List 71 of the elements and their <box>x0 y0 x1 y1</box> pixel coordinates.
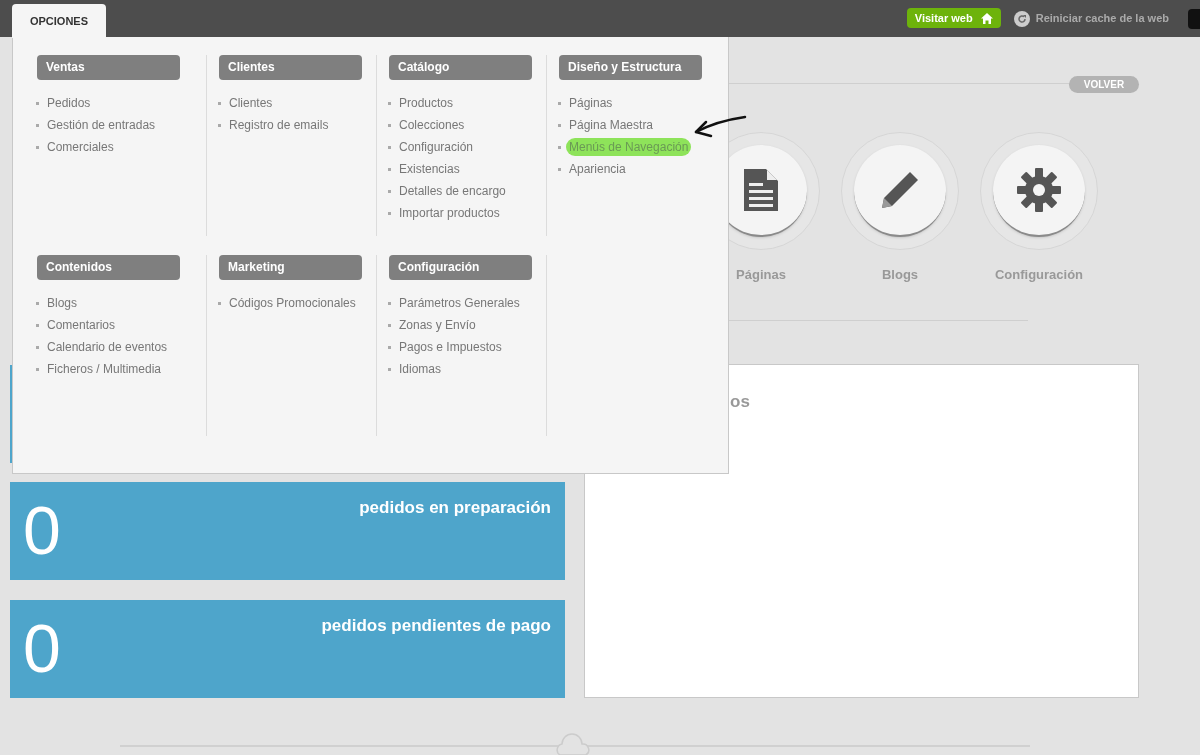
bullet-icon <box>36 301 39 305</box>
bullet-icon <box>388 211 391 215</box>
panel-title: os <box>730 391 750 413</box>
bullet-icon <box>388 323 391 327</box>
bullet-icon <box>36 345 39 349</box>
stat-label: pedidos pendientes de pago <box>321 615 551 637</box>
menu-link[interactable]: Ficheros / Multimedia <box>47 360 162 378</box>
bullet-icon <box>36 323 39 327</box>
bullet-icon <box>36 367 39 371</box>
bullet-icon <box>558 101 561 105</box>
bullet-icon <box>388 101 391 105</box>
bullet-icon <box>218 101 221 105</box>
bullet-icon <box>388 345 391 349</box>
menu-link[interactable]: Calendario de eventos <box>47 338 168 356</box>
menu-section-header: Clientes <box>219 55 362 80</box>
bullet-icon <box>558 145 561 149</box>
bullet-icon <box>36 145 39 149</box>
bullet-icon <box>388 123 391 127</box>
document-icon <box>744 169 778 211</box>
menu-link[interactable]: Registro de emails <box>229 116 329 134</box>
reset-cache-link[interactable]: Reiniciar cache de la web <box>1013 10 1169 27</box>
bullet-icon <box>36 101 39 105</box>
menu-section-header: Diseño y Estructura <box>559 55 702 80</box>
settings-icon <box>1017 168 1061 212</box>
shortcut-label: Páginas <box>736 266 786 284</box>
bullet-icon <box>36 123 39 127</box>
stat-label: pedidos en preparación <box>359 497 551 519</box>
arrow-drawing <box>693 114 747 138</box>
menu-section-header: Ventas <box>37 55 180 80</box>
bullet-icon <box>218 123 221 127</box>
menu-link[interactable]: Páginas <box>569 94 613 112</box>
home-icon <box>980 12 993 24</box>
menu-link[interactable]: Configuración <box>399 138 474 156</box>
options-tab[interactable]: OPCIONES <box>12 4 106 38</box>
refresh-icon <box>1013 10 1030 27</box>
shortcut-label: Configuración <box>994 266 1084 284</box>
menu-link[interactable]: Pedidos <box>47 94 91 112</box>
bullet-icon <box>388 189 391 193</box>
menu-link[interactable]: Apariencia <box>569 160 626 178</box>
menu-section-header: Configuración <box>389 255 532 280</box>
menu-link[interactable]: Clientes <box>229 94 273 112</box>
bullet-icon <box>558 167 561 171</box>
menu-link[interactable]: Idiomas <box>399 360 442 378</box>
menu-link[interactable]: Importar productos <box>399 204 500 222</box>
bullet-icon <box>218 301 221 305</box>
menu-link[interactable]: Gestión de entradas <box>47 116 156 134</box>
menu-link[interactable]: Comerciales <box>47 138 114 156</box>
stat-count: 0 <box>23 614 61 682</box>
menu-link[interactable]: Parámetros Generales <box>399 294 520 312</box>
menu-link[interactable]: Blogs <box>47 294 78 312</box>
bullet-icon <box>388 301 391 305</box>
menu-link[interactable]: Colecciones <box>399 116 465 134</box>
menu-link[interactable]: Códigos Promocionales <box>229 294 356 312</box>
bullet-icon <box>388 145 391 149</box>
menu-link[interactable]: Página Maestra <box>569 116 654 134</box>
menu-section-header: Catálogo <box>389 55 532 80</box>
pencil-icon <box>880 170 920 210</box>
visit-web-button[interactable]: Visitar web <box>906 8 1001 28</box>
menu-section-header: Contenidos <box>37 255 180 280</box>
bullet-icon <box>558 123 561 127</box>
menu-link[interactable]: Zonas y Envío <box>399 316 476 334</box>
menu-link[interactable]: Productos <box>399 94 454 112</box>
bullet-icon <box>388 167 391 171</box>
menu-link[interactable]: Comentarios <box>47 316 116 334</box>
menu-link[interactable]: Pagos e Impuestos <box>399 338 502 356</box>
menu-link[interactable]: Existencias <box>399 160 460 178</box>
stat-count: 0 <box>23 496 61 564</box>
bullet-icon <box>388 367 391 371</box>
menu-section-header: Marketing <box>219 255 362 280</box>
shortcut-label: Blogs <box>881 266 919 284</box>
menu-link[interactable]: Detalles de encargo <box>399 182 506 200</box>
